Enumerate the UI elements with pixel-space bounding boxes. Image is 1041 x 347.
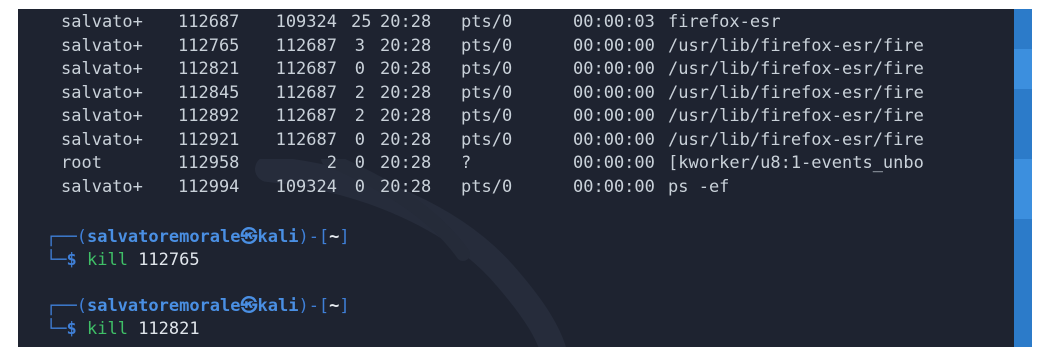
process-command: /usr/lib/firefox-esr/fire — [668, 59, 924, 79]
process-command: /usr/lib/firefox-esr/fire — [668, 129, 924, 150]
process-command: /usr/lib/firefox-esr/fire — [668, 35, 924, 56]
process-cpu: 0 — [354, 59, 365, 79]
command-name: kill — [86, 250, 128, 270]
process-cpu-time: 00:00:00 — [573, 176, 655, 197]
prompt-dollar: $ — [66, 250, 77, 270]
process-pid: 112687 — [178, 12, 240, 32]
command-line[interactable]: └─$ kill 112765 — [46, 249, 200, 272]
process-cpu: 2 — [354, 82, 365, 103]
process-start-time: 20:28 — [380, 176, 432, 197]
process-user: salvato+ — [61, 59, 143, 79]
process-tty: pts/0 — [461, 129, 513, 150]
process-user: salvato+ — [61, 129, 143, 150]
process-user: salvato+ — [61, 176, 143, 197]
process-user: salvato+ — [61, 82, 143, 103]
prompt-user: salvatoremorale — [86, 227, 241, 247]
prompt-cwd: ~ — [329, 227, 340, 247]
process-tty: pts/0 — [461, 176, 513, 197]
process-start-time: 20:28 — [380, 129, 432, 150]
process-pid: 112765 — [178, 35, 240, 56]
process-cpu: 0 — [354, 176, 365, 197]
process-cpu-time: 00:00:00 — [573, 59, 655, 79]
process-user: salvato+ — [61, 35, 143, 56]
process-cpu-time: 00:00:00 — [573, 82, 655, 103]
process-ppid: 112687 — [275, 129, 337, 150]
process-tty: pts/0 — [461, 59, 513, 79]
process-start-time: 20:28 — [380, 35, 432, 56]
prompt-host: kali — [257, 296, 299, 316]
process-tty: pts/0 — [461, 106, 513, 126]
command-argument: 112765 — [138, 250, 200, 270]
process-start-time: 20:28 — [380, 153, 432, 173]
process-ppid: 112687 — [275, 59, 337, 79]
process-start-time: 20:28 — [380, 82, 432, 103]
process-user: salvato+ — [61, 12, 143, 32]
process-pid: 112845 — [178, 82, 240, 103]
prompt-cwd: ~ — [329, 296, 340, 316]
prompt-dollar: $ — [66, 319, 77, 339]
process-command: /usr/lib/firefox-esr/fire — [668, 82, 924, 103]
screenshot-frame: salvato+ 112687 109324 25 20:28 pts/0 00:00:03… — [0, 0, 1041, 347]
process-cpu: 25 — [351, 12, 372, 32]
process-pid: 112958 — [178, 153, 240, 173]
process-tty: pts/0 — [461, 12, 513, 32]
process-user: root — [61, 153, 102, 173]
prompt-user: salvatoremorale — [86, 296, 241, 316]
process-cpu: 0 — [354, 153, 365, 173]
process-command: firefox-esr — [668, 12, 781, 32]
process-cpu: 0 — [354, 129, 365, 150]
process-cpu-time: 00:00:00 — [573, 106, 655, 126]
command-argument: 112821 — [138, 319, 200, 339]
command-name: kill — [86, 319, 128, 339]
process-ppid: 2 — [326, 153, 337, 173]
process-ppid: 112687 — [275, 82, 337, 103]
process-cpu: 2 — [354, 106, 365, 126]
process-command: [kworker/u8:1-events_unbo — [668, 153, 924, 173]
process-user: salvato+ — [61, 106, 143, 126]
process-start-time: 20:28 — [380, 12, 432, 32]
process-tty: pts/0 — [461, 82, 513, 103]
process-start-time: 20:28 — [380, 106, 432, 126]
process-start-time: 20:28 — [380, 59, 432, 79]
process-ppid: 109324 — [275, 12, 337, 32]
process-pid: 112821 — [178, 59, 240, 79]
process-pid: 112892 — [178, 106, 240, 126]
prompt-header: ┌──(salvatoremorale㉿kali)-[~] — [46, 296, 350, 316]
process-ppid: 112687 — [275, 106, 337, 126]
process-pid: 112994 — [178, 176, 240, 197]
process-ppid: 109324 — [275, 176, 337, 197]
process-command: /usr/lib/firefox-esr/fire — [668, 106, 924, 126]
process-cpu: 3 — [354, 35, 365, 56]
right-window-edge — [1014, 9, 1032, 347]
process-cpu-time: 00:00:00 — [573, 35, 655, 56]
process-tty: pts/0 — [461, 35, 513, 56]
command-line[interactable]: └─$ kill 112821 — [46, 318, 200, 341]
process-tty: ? — [461, 153, 472, 173]
process-cpu-time: 00:00:00 — [573, 129, 655, 150]
prompt-host: kali — [257, 227, 299, 247]
process-cpu-time: 00:00:03 — [573, 12, 655, 32]
prompt-header: ┌──(salvatoremorale㉿kali)-[~] — [46, 227, 350, 247]
process-cpu-time: 00:00:00 — [573, 153, 655, 173]
process-command: ps -ef — [668, 176, 730, 197]
process-ppid: 112687 — [275, 35, 337, 56]
process-pid: 112921 — [178, 129, 240, 150]
